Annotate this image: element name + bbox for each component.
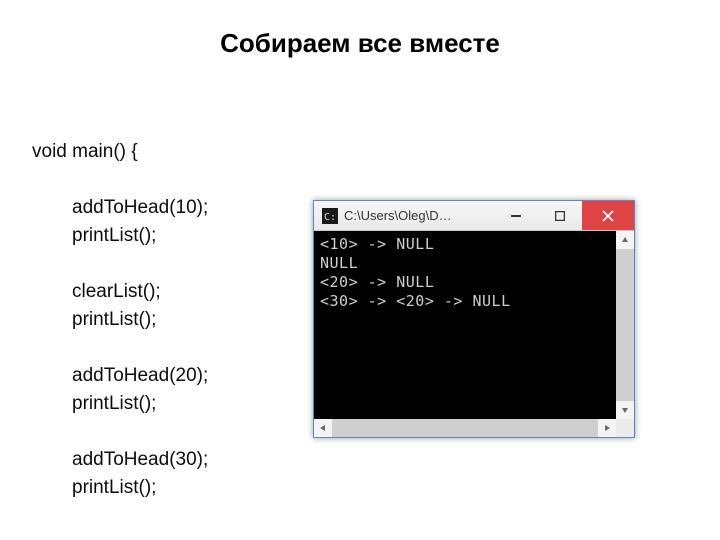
code-line: void main() { bbox=[32, 141, 138, 162]
vertical-scrollbar[interactable] bbox=[616, 231, 634, 419]
close-icon bbox=[602, 210, 614, 222]
scroll-right-button[interactable] bbox=[598, 419, 616, 437]
scroll-up-button[interactable] bbox=[616, 231, 634, 249]
code-line: printList(); bbox=[32, 222, 156, 250]
code-line: clearList(); bbox=[32, 278, 161, 306]
code-line: printList(); bbox=[32, 390, 156, 418]
console-window: C: C:\Users\Oleg\D… <10> bbox=[313, 200, 635, 438]
chevron-right-icon bbox=[603, 424, 611, 432]
code-line: addToHead(30); bbox=[32, 446, 208, 474]
chevron-up-icon bbox=[621, 236, 629, 244]
code-line: addToHead(10); bbox=[32, 194, 208, 222]
horizontal-scrollbar[interactable] bbox=[314, 419, 616, 437]
window-titlebar[interactable]: C: C:\Users\Oleg\D… bbox=[314, 201, 634, 231]
console-line: <20> -> NULL bbox=[320, 273, 434, 291]
window-button-group bbox=[494, 201, 634, 230]
minimize-icon bbox=[511, 211, 521, 221]
scroll-track-horizontal[interactable] bbox=[332, 419, 598, 437]
window-title-text: C:\Users\Oleg\D… bbox=[338, 208, 494, 223]
console-line: <30> -> <20> -> NULL bbox=[320, 292, 511, 310]
code-block: void main() { addToHead(10); printList()… bbox=[32, 110, 208, 502]
console-output: <10> -> NULL NULL <20> -> NULL <30> -> <… bbox=[320, 235, 616, 311]
minimize-button[interactable] bbox=[494, 201, 538, 230]
code-line: printList(); bbox=[32, 474, 156, 502]
code-line: addToHead(20); bbox=[32, 362, 208, 390]
scroll-track-vertical[interactable] bbox=[616, 249, 634, 401]
scroll-down-button[interactable] bbox=[616, 401, 634, 419]
chevron-down-icon bbox=[621, 406, 629, 414]
console-app-icon: C: bbox=[322, 208, 338, 224]
scroll-thumb-vertical[interactable] bbox=[616, 249, 634, 401]
slide-title: Собираем все вместе bbox=[0, 28, 720, 59]
maximize-icon bbox=[555, 211, 565, 221]
chevron-left-icon bbox=[319, 424, 327, 432]
console-body: <10> -> NULL NULL <20> -> NULL <30> -> <… bbox=[314, 231, 634, 437]
console-line: <10> -> NULL bbox=[320, 235, 434, 253]
scrollbar-corner bbox=[616, 419, 634, 437]
close-button[interactable] bbox=[582, 201, 634, 230]
scroll-left-button[interactable] bbox=[314, 419, 332, 437]
console-line: NULL bbox=[320, 254, 358, 272]
svg-text:C:: C: bbox=[324, 212, 336, 223]
scroll-thumb-horizontal[interactable] bbox=[332, 419, 598, 437]
code-line: printList(); bbox=[32, 306, 156, 334]
maximize-button[interactable] bbox=[538, 201, 582, 230]
